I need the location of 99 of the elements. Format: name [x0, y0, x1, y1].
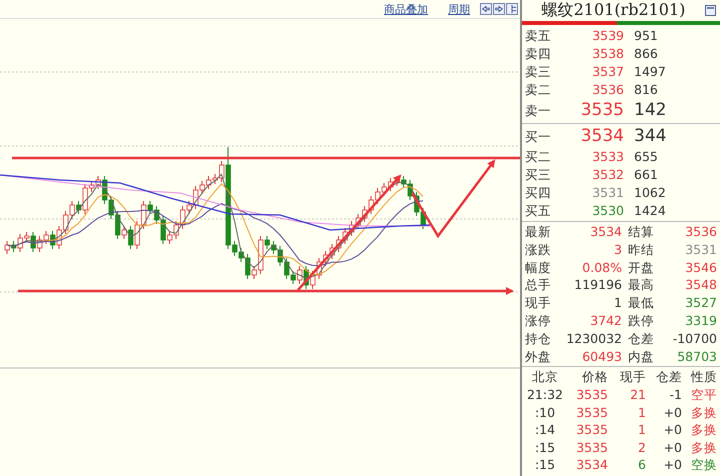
order-volume: 816 [634, 81, 659, 99]
trade-price: 3535 [575, 386, 608, 404]
instrument-title: 螺纹2101(rb2101) [540, 0, 686, 21]
trade-time: 21:32 [526, 386, 564, 404]
order-price: 3536 [591, 81, 624, 99]
stat-label: 最低 [628, 294, 655, 312]
order-price: 3530 [591, 202, 624, 220]
trade-price: 3535 [575, 404, 608, 422]
trade-price: 3535 [575, 421, 608, 439]
open-interest-change: +0 [662, 404, 682, 422]
trade-type: 空平 [690, 386, 717, 404]
column-header: 仓差 [655, 368, 682, 386]
trade-price: 3534 [575, 456, 608, 474]
stat-value: -10700 [672, 330, 717, 348]
order-volume: 866 [634, 45, 659, 63]
stat-value: 3536 [684, 223, 717, 241]
left-arrow-icon[interactable] [480, 3, 492, 15]
open-interest-change: +0 [662, 421, 682, 439]
stat-label: 外盘 [525, 348, 552, 366]
stat-label: 结算 [628, 223, 655, 241]
stat-label: 开盘 [628, 258, 655, 276]
trade-volume: 1 [637, 421, 646, 439]
order-price: 3535 [580, 99, 624, 122]
order-volume: 1062 [634, 184, 667, 202]
trade-type: 多换 [690, 421, 717, 439]
trade-time: :15 [534, 456, 556, 474]
order-price: 3538 [591, 45, 624, 63]
stat-label: 总手 [525, 276, 552, 294]
stat-value: 119196 [573, 276, 622, 294]
trade-time: :15 [534, 438, 556, 456]
right-arrow-icon[interactable] [493, 3, 505, 15]
stat-label: 跌停 [628, 312, 655, 330]
order-volume: 344 [634, 125, 668, 148]
stat-value: 0.08% [581, 258, 622, 276]
stat-label: 现手 [525, 294, 552, 312]
order-price: 3537 [591, 63, 624, 81]
order-book-label: 买三 [525, 166, 552, 184]
trade-volume: 1 [637, 404, 646, 422]
trade-type: 多换 [690, 438, 717, 456]
stat-value: 3 [613, 240, 622, 259]
order-book-label: 卖一 [525, 102, 552, 120]
order-book-label: 买一 [525, 128, 552, 146]
stat-value: 1230032 [565, 330, 622, 348]
order-book-label: 买五 [525, 202, 552, 220]
stat-label: 涨跌 [525, 240, 552, 259]
stat-label: 涨停 [525, 312, 552, 330]
column-header: 北京 [531, 368, 559, 386]
stat-label: 最高 [628, 276, 655, 294]
order-price: 3533 [591, 148, 624, 166]
order-volume: 655 [634, 148, 659, 166]
maximize-icon[interactable] [705, 5, 716, 16]
stat-value: 1 [613, 294, 622, 312]
stat-value: 3534 [589, 223, 622, 241]
order-book-label: 买四 [525, 184, 552, 202]
trade-time: :10 [534, 404, 556, 422]
order-volume: 661 [634, 166, 659, 184]
stat-value: 3531 [684, 240, 717, 259]
column-header: 现手 [619, 368, 646, 386]
stat-label: 幅度 [525, 258, 552, 276]
order-price: 3534 [580, 125, 624, 148]
stat-label: 最新 [525, 223, 552, 241]
trade-type: 多换 [690, 404, 717, 422]
column-header: 价格 [581, 368, 608, 386]
open-interest-change: +0 [662, 456, 682, 474]
toolbar-link[interactable]: 周期 [448, 2, 470, 16]
open-interest-change: -1 [668, 386, 682, 404]
trade-type: 空换 [690, 456, 717, 474]
open-interest-change: +0 [662, 438, 682, 456]
trade-volume: 6 [637, 456, 646, 474]
stat-value: 3546 [684, 258, 717, 276]
stat-value: 60493 [581, 348, 622, 366]
trade-time: :14 [534, 421, 556, 439]
trade-volume: 21 [629, 386, 646, 404]
order-price: 3539 [591, 27, 624, 45]
stat-value: 3319 [684, 312, 717, 330]
stat-label: 昨结 [628, 240, 655, 259]
order-book-label: 卖三 [525, 63, 552, 81]
stat-value: 3548 [684, 276, 717, 294]
order-volume: 1497 [634, 63, 667, 81]
order-volume: 951 [634, 27, 659, 45]
order-book-label: 卖二 [525, 81, 552, 99]
stat-label: 仓差 [628, 330, 655, 348]
split-view-icon[interactable] [506, 3, 518, 15]
order-volume: 1424 [634, 202, 667, 220]
order-book-label: 买二 [525, 148, 552, 166]
stat-value: 3742 [589, 312, 622, 330]
order-price: 3531 [591, 184, 624, 202]
order-book-label: 卖五 [525, 27, 552, 45]
column-header: 性质 [690, 368, 717, 386]
stat-value: 3527 [684, 294, 717, 312]
stat-value: 58703 [676, 348, 717, 366]
order-volume: 142 [634, 99, 668, 122]
order-book-label: 卖四 [525, 45, 552, 63]
trade-volume: 2 [637, 438, 646, 456]
stat-label: 内盘 [628, 348, 655, 366]
order-price: 3532 [591, 166, 624, 184]
stat-label: 持仓 [525, 330, 552, 348]
toolbar-link[interactable]: 商品叠加 [384, 2, 428, 16]
trade-price: 3535 [575, 438, 608, 456]
